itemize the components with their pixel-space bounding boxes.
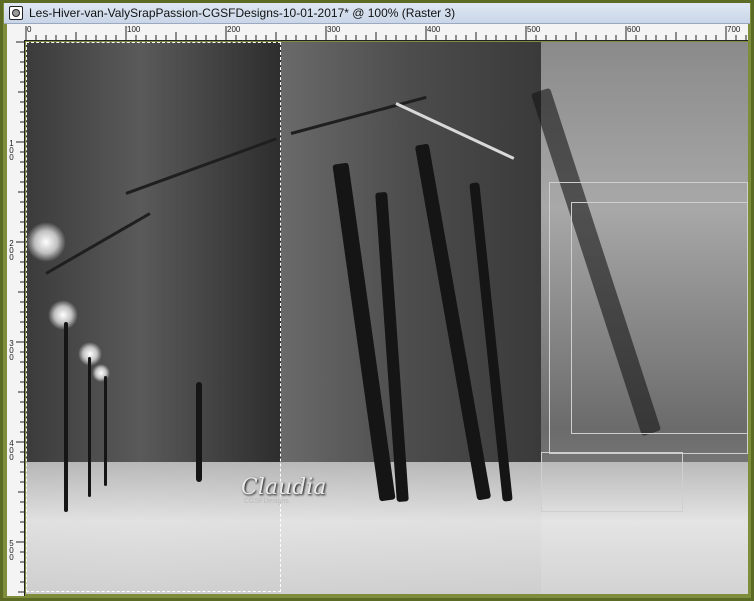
selection-marquee[interactable] [26, 42, 281, 592]
ruler-top-label: 600 [627, 25, 641, 34]
image-window-titlebar[interactable]: Les-Hiver-van-ValySrapPassion-CGSFDesign… [4, 3, 750, 24]
ruler-left-label: 1 0 0 [9, 139, 14, 162]
overlay-frame-outline [541, 452, 683, 512]
ruler-top-label: 100 [127, 25, 141, 34]
ruler-left-label: 5 0 0 [9, 539, 14, 562]
ruler-left-label: 2 0 0 [9, 239, 14, 262]
ruler-top-label: 500 [527, 25, 541, 34]
image-canvas[interactable]: Claudia CGSFDesigns [26, 42, 748, 594]
ruler-top-label: 0 [27, 25, 32, 34]
ruler-corner [7, 24, 25, 41]
ruler-left-label: 4 0 0 [9, 439, 14, 462]
vertical-ruler[interactable]: 1 0 0 2 0 0 3 0 0 4 0 0 5 0 0 [7, 40, 25, 596]
signature-watermark: Claudia [241, 475, 327, 500]
ruler-top-label: 300 [327, 25, 341, 34]
signature-watermark-sub: CGSFDesigns [244, 498, 289, 505]
ruler-top-label: 700 [727, 25, 741, 34]
window-title: Les-Hiver-van-ValySrapPassion-CGSFDesign… [29, 6, 456, 20]
horizontal-ruler[interactable]: 0 100 200 300 400 500 600 700 [24, 24, 748, 41]
ruler-top-label: 400 [427, 25, 441, 34]
ruler-top-label: 200 [227, 25, 241, 34]
vertical-ruler-ticks [16, 41, 24, 593]
ruler-left-label: 3 0 0 [9, 339, 14, 362]
image-window-icon[interactable] [9, 6, 23, 20]
overlay-frame-outline [571, 202, 748, 434]
